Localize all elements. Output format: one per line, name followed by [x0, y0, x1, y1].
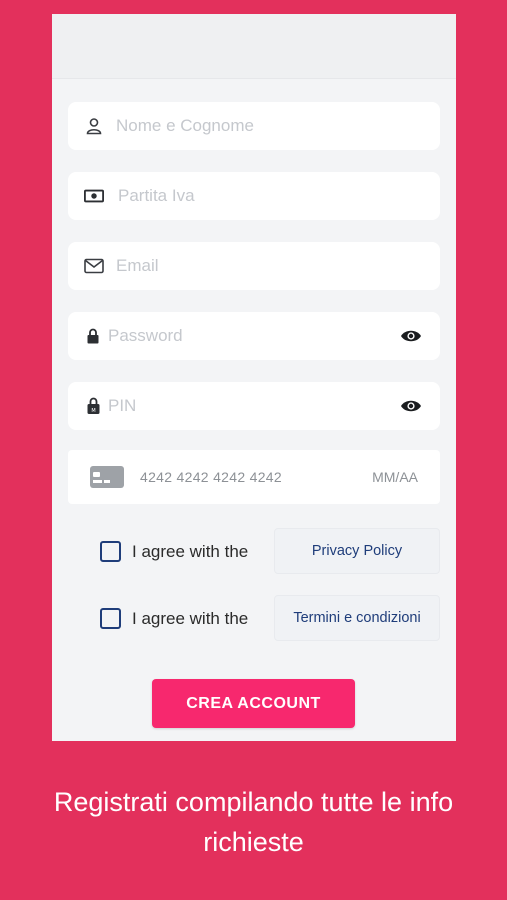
privacy-policy-button[interactable]: Privacy Policy [274, 528, 440, 574]
vat-placeholder: Partita Iva [118, 186, 195, 205]
card-expiry-placeholder: MM/AA [372, 469, 418, 485]
privacy-consent-row: I agree with the [100, 541, 248, 562]
terms-button[interactable]: Termini e condizioni [274, 595, 440, 641]
pin-field[interactable]: M PIN [68, 382, 440, 430]
lock-icon [86, 326, 100, 346]
card-number-placeholder: 4242 4242 4242 4242 [140, 469, 282, 485]
email-field[interactable]: Email [68, 242, 440, 290]
phone-screen: Nome e Cognome Partita Iva Email Passwor… [52, 14, 456, 741]
user-icon [84, 116, 104, 136]
terms-checkbox[interactable] [100, 608, 121, 629]
privacy-checkbox[interactable] [100, 541, 121, 562]
privacy-consent-label: I agree with the [132, 541, 249, 561]
terms-consent-label: I agree with the [132, 608, 249, 628]
show-pin-eye-icon[interactable] [400, 395, 422, 417]
name-placeholder: Nome e Cognome [116, 116, 254, 135]
credit-card-icon [90, 466, 124, 488]
mail-icon [84, 256, 104, 276]
card-input[interactable]: 4242 4242 4242 4242 MM/AA [68, 450, 440, 504]
vat-field[interactable]: Partita Iva [68, 172, 440, 220]
pin-lock-icon: M [86, 396, 100, 416]
password-placeholder: Password [108, 326, 183, 345]
cash-icon [84, 186, 104, 206]
app-header [52, 14, 456, 79]
name-field[interactable]: Nome e Cognome [68, 102, 440, 150]
svg-text:M: M [91, 408, 95, 414]
terms-consent-row: I agree with the [100, 608, 248, 629]
show-password-eye-icon[interactable] [400, 325, 422, 347]
password-field[interactable]: Password [68, 312, 440, 360]
email-placeholder: Email [116, 256, 159, 275]
promo-caption: Registrati compilando tutte le info rich… [53, 787, 454, 857]
create-account-button[interactable]: CREA ACCOUNT [152, 679, 355, 728]
pin-placeholder: PIN [108, 396, 137, 415]
